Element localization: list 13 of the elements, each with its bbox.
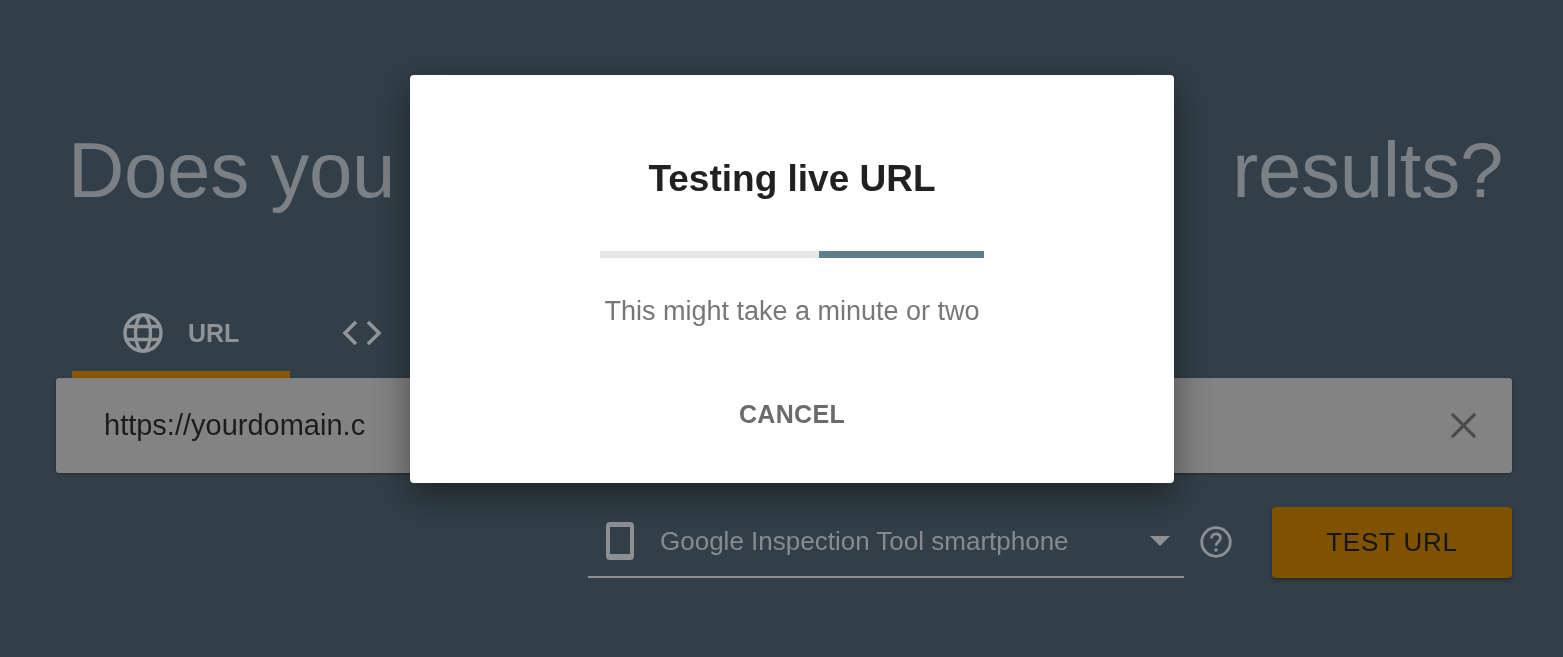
dialog-title: Testing live URL bbox=[648, 157, 936, 201]
help-icon[interactable] bbox=[1200, 526, 1232, 558]
close-icon[interactable] bbox=[1450, 412, 1477, 439]
dialog-message: This might take a minute or two bbox=[604, 295, 980, 328]
caret-icon bbox=[1150, 536, 1170, 546]
page-heading: results? bbox=[1232, 125, 1503, 216]
device-select[interactable]: Google Inspection Tool smartphone bbox=[588, 506, 1184, 578]
smartphone-icon bbox=[606, 522, 634, 560]
test-url-button[interactable]: TEST URL bbox=[1272, 506, 1512, 578]
globe-icon bbox=[123, 313, 163, 353]
code-icon bbox=[342, 320, 382, 346]
page-heading: Does you bbox=[68, 125, 396, 216]
cancel-button[interactable]: CANCEL bbox=[727, 394, 857, 435]
